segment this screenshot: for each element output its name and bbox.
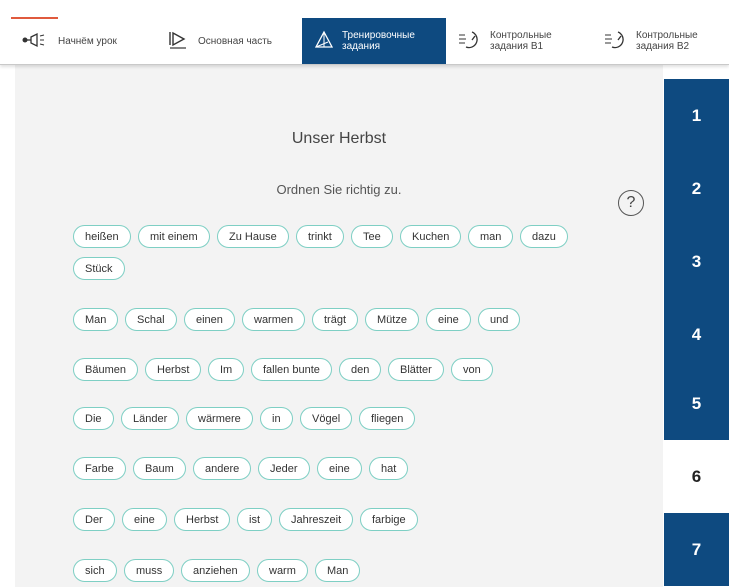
- word-chip[interactable]: Farbe: [73, 457, 126, 480]
- word-chip[interactable]: einen: [184, 308, 235, 331]
- exercise-nav-5[interactable]: 5: [664, 367, 729, 440]
- word-chip[interactable]: in: [260, 407, 293, 430]
- word-chip[interactable]: trägt: [312, 308, 359, 331]
- word-chip[interactable]: und: [478, 308, 521, 331]
- tab-start-lesson[interactable]: Начнём урок: [22, 18, 142, 64]
- help-button[interactable]: ?: [618, 190, 644, 216]
- word-chip[interactable]: Bäumen: [73, 358, 138, 381]
- word-chip[interactable]: Blätter: [388, 358, 444, 381]
- word-chip[interactable]: ist: [237, 508, 272, 531]
- tab-main-part[interactable]: Основная часть: [168, 18, 298, 64]
- timer-icon: [458, 29, 482, 54]
- word-chip[interactable]: eine: [122, 508, 167, 531]
- word-chip[interactable]: dazu: [520, 225, 568, 248]
- tab-label: Начнём урок: [58, 35, 117, 47]
- exercise-nav-7[interactable]: 7: [664, 513, 729, 586]
- word-chip[interactable]: trinkt: [296, 225, 344, 248]
- exercise-nav-1[interactable]: 1: [664, 79, 729, 152]
- word-chip[interactable]: Herbst: [174, 508, 231, 531]
- word-chip[interactable]: mit einem: [138, 225, 210, 248]
- word-chip[interactable]: Baum: [133, 457, 186, 480]
- exercise-nav-3[interactable]: 3: [664, 225, 729, 298]
- word-chip[interactable]: Jahreszeit: [279, 508, 354, 531]
- word-chip[interactable]: Vögel: [300, 407, 353, 430]
- exercise-nav-4[interactable]: 4: [664, 298, 729, 371]
- exercise-nav-6[interactable]: 6: [664, 440, 729, 513]
- tab-label: Основная часть: [198, 35, 273, 47]
- word-chip[interactable]: eine: [317, 457, 362, 480]
- word-chip[interactable]: Der: [73, 508, 115, 531]
- word-chip[interactable]: heißen: [73, 225, 131, 248]
- word-chip[interactable]: andere: [193, 457, 252, 480]
- tab-training-tasks[interactable]: Тренировочные задания: [302, 18, 446, 64]
- top-navigation: Начнём урок Основная часть Тренировочные…: [0, 0, 729, 65]
- timer-icon: [604, 29, 628, 54]
- page-title: Unser Herbst: [291, 130, 387, 147]
- tab-control-b2[interactable]: Контрольные задания В2: [604, 18, 724, 64]
- word-chip[interactable]: Länder: [121, 407, 180, 430]
- word-chip[interactable]: den: [339, 358, 382, 381]
- word-chip[interactable]: warmen: [242, 308, 306, 331]
- word-chip[interactable]: sich: [73, 559, 117, 582]
- word-chip[interactable]: anziehen: [181, 559, 250, 582]
- word-chip[interactable]: Man: [315, 559, 361, 582]
- word-chip[interactable]: hat: [369, 457, 409, 480]
- word-chip[interactable]: von: [451, 358, 493, 381]
- word-chip[interactable]: Herbst: [145, 358, 202, 381]
- pyramid-icon: [314, 30, 334, 53]
- word-chip[interactable]: Jeder: [258, 457, 310, 480]
- word-chip[interactable]: Stück: [73, 257, 125, 280]
- word-chip[interactable]: Die: [73, 407, 114, 430]
- word-chip[interactable]: fallen bunte: [251, 358, 332, 381]
- megaphone-icon: [22, 32, 50, 51]
- word-chip[interactable]: Tee: [351, 225, 393, 248]
- word-chip[interactable]: Mütze: [365, 308, 419, 331]
- word-chip[interactable]: Im: [208, 358, 245, 381]
- tab-control-b1[interactable]: Контрольные задания В1: [458, 18, 578, 64]
- tab-label: Контрольные задания В1: [490, 30, 552, 52]
- question-icon: ?: [626, 194, 636, 211]
- task-instruction: Ordnen Sie richtig zu.: [276, 182, 402, 197]
- word-chip[interactable]: wärmere: [186, 407, 253, 430]
- word-chip[interactable]: Zu Hause: [217, 225, 289, 248]
- word-chip[interactable]: man: [468, 225, 514, 248]
- play-icon: [168, 30, 190, 53]
- word-chip[interactable]: warm: [257, 559, 308, 582]
- word-chip[interactable]: muss: [124, 559, 175, 582]
- word-chip[interactable]: fliegen: [359, 407, 416, 430]
- tab-label: Тренировочные задания: [342, 30, 415, 52]
- word-chip[interactable]: farbige: [360, 508, 418, 531]
- word-chip[interactable]: Schal: [125, 308, 177, 331]
- exercise-nav-2[interactable]: 2: [664, 152, 729, 225]
- word-chip[interactable]: Man: [73, 308, 119, 331]
- exercise-side-nav: 1 2 3 4 5 6 7: [664, 79, 729, 587]
- tab-label: Контрольные задания В2: [636, 30, 698, 52]
- word-chip[interactable]: Kuchen: [400, 225, 462, 248]
- word-chip[interactable]: eine: [426, 308, 471, 331]
